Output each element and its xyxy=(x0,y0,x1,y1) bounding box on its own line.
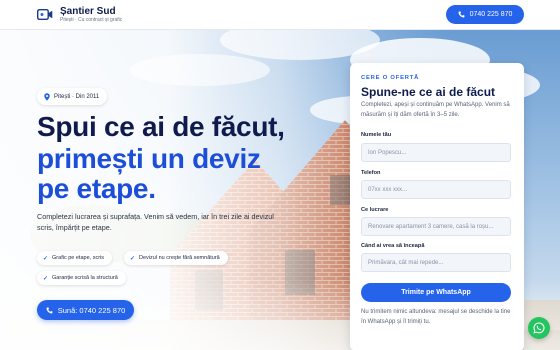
form-title: Spune-ne ce ai de făcut xyxy=(361,85,496,99)
privacy-note: Nu trimitem nimic altundeva: mesajul se … xyxy=(361,309,511,325)
phone-icon xyxy=(458,11,465,18)
hero-call-button[interactable]: Sună: 0740 225 870 xyxy=(37,300,134,320)
whatsapp-icon xyxy=(533,322,545,334)
form-eyebrow: CERE O OFERTĂ xyxy=(361,75,420,81)
location-text: Pitești · Din 2011 xyxy=(54,93,100,100)
job-field[interactable]: Renovare apartament 3 camere, casă la ro… xyxy=(361,217,511,236)
start-field[interactable]: Primăvara, cât mai repede... xyxy=(361,253,511,272)
map-pin-icon xyxy=(44,92,50,101)
quote-form-card: CERE O OFERTĂ Spune-ne ce ai de făcut Co… xyxy=(350,63,524,350)
feature-chip: ✓ Devizul nu crește fără semnătură xyxy=(124,251,228,265)
feature-chip: ✓ Grafic pe etape, scris xyxy=(37,251,112,265)
header-call-button[interactable]: 0740 225 870 xyxy=(446,5,524,24)
brand-name[interactable]: Șantier Sud xyxy=(60,6,116,17)
phone-field[interactable]: 07xx xxx xxx... xyxy=(361,180,511,199)
hero-title-line-3: pe etape. xyxy=(37,173,156,204)
hero-title-line-1: Spui ce ai de făcut, xyxy=(37,111,285,142)
feature-chip-label: Grafic pe etape, scris xyxy=(52,255,104,261)
hero-title-line-2: primești un deviz xyxy=(37,143,261,174)
check-icon: ✓ xyxy=(130,255,136,262)
form-description: Completezi, apeși și continuăm pe WhatsA… xyxy=(361,102,510,118)
check-icon: ✓ xyxy=(43,255,49,262)
brand-tagline: Pitești · Cu contract și grafic xyxy=(60,17,123,23)
camera-icon[interactable] xyxy=(37,9,53,20)
phone-field-label: Telefon xyxy=(361,170,381,176)
whatsapp-float-button[interactable] xyxy=(528,317,550,339)
start-field-label: Când ai vrea să înceapă xyxy=(361,243,425,249)
job-field-label: Ce lucrare xyxy=(361,207,389,213)
send-whatsapp-button[interactable]: Trimite pe WhatsApp xyxy=(361,283,511,302)
hero-lead-text: Completezi lucrarea și suprafața. Venim … xyxy=(37,212,274,232)
name-field-label: Numele tău xyxy=(361,132,392,138)
location-badge: Pitești · Din 2011 xyxy=(37,88,108,105)
site-header: Șantier Sud Pitești · Cu contract și gra… xyxy=(0,0,560,30)
feature-chip: ✓ Garanție scrisă la structură xyxy=(37,271,126,285)
name-field[interactable]: Ion Popescu... xyxy=(361,143,511,162)
header-call-label: 0740 225 870 xyxy=(469,11,513,18)
phone-icon xyxy=(46,307,53,313)
feature-chip-label: Garanție scrisă la structură xyxy=(52,275,118,281)
feature-chip-label: Devizul nu crește fără semnătură xyxy=(139,255,220,261)
check-icon: ✓ xyxy=(43,275,49,282)
hero-call-label: Sună: 0740 225 870 xyxy=(57,305,126,315)
